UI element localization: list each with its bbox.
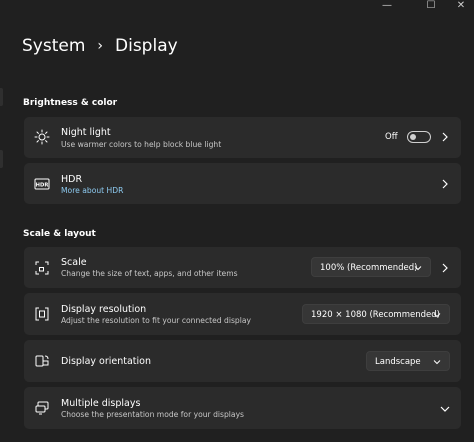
breadcrumb-parent[interactable]: System <box>22 36 85 56</box>
sidebar-edge-marker <box>0 88 3 106</box>
resolution-icon <box>35 307 49 321</box>
multiple-displays-icon <box>35 401 49 415</box>
display-resolution-title: Display resolution <box>61 304 147 315</box>
minimize-icon: — <box>382 0 392 11</box>
chevron-right-icon <box>442 179 448 189</box>
display-orientation-title: Display orientation <box>61 356 152 367</box>
scale-card[interactable]: Scale Change the size of text, apps, and… <box>24 247 461 288</box>
orientation-icon <box>35 355 49 367</box>
chevron-down-icon <box>433 360 441 365</box>
scale-value: 100% (Recommended) <box>320 263 418 273</box>
more-about-hdr-link[interactable]: More about HDR <box>61 186 123 195</box>
close-button[interactable]: ✕ <box>446 0 474 14</box>
night-light-toggle[interactable] <box>407 131 431 143</box>
scale-dropdown[interactable]: 100% (Recommended) <box>311 257 431 277</box>
chevron-down-icon <box>433 313 441 318</box>
multiple-displays-title: Multiple displays <box>61 398 141 409</box>
maximize-button[interactable]: ☐ <box>416 0 446 14</box>
night-light-subtitle: Use warmer colors to help block blue lig… <box>61 140 222 149</box>
display-resolution-value: 1920 × 1080 (Recommended) <box>311 310 440 320</box>
chevron-right-icon <box>442 263 448 273</box>
chevron-down-icon[interactable] <box>440 404 450 414</box>
multiple-displays-subtitle: Choose the presentation mode for your di… <box>61 410 245 419</box>
close-icon: ✕ <box>456 0 466 11</box>
display-orientation-dropdown[interactable]: Landscape <box>366 351 450 371</box>
breadcrumb: System › Display <box>22 32 178 60</box>
page-title: Display <box>115 36 178 56</box>
section-title-scale-layout: Scale & layout <box>23 229 96 239</box>
scale-icon <box>35 261 49 275</box>
maximize-icon: ☐ <box>426 0 436 11</box>
multiple-displays-card[interactable]: Multiple displays Choose the presentatio… <box>24 387 461 429</box>
display-resolution-subtitle: Adjust the resolution to fit your connec… <box>61 316 251 325</box>
display-orientation-value: Landscape <box>375 357 421 367</box>
display-orientation-card[interactable]: Display orientation Landscape <box>24 340 461 382</box>
night-light-card[interactable]: Night light Use warmer colors to help bl… <box>24 117 461 158</box>
night-light-title: Night light <box>61 127 111 138</box>
scale-title: Scale <box>61 257 87 268</box>
sun-icon <box>34 129 50 145</box>
section-title-brightness-color: Brightness & color <box>23 98 118 108</box>
minimize-button[interactable]: — <box>372 0 402 14</box>
sidebar-edge-marker <box>0 150 3 168</box>
title-bar: — ☐ ✕ <box>0 0 474 14</box>
hdr-icon: HDR <box>34 178 50 190</box>
hdr-card[interactable]: HDR HDR More about HDR <box>24 163 461 204</box>
breadcrumb-separator-icon: › <box>97 38 104 54</box>
display-resolution-card[interactable]: Display resolution Adjust the resolution… <box>24 293 461 335</box>
scale-subtitle: Change the size of text, apps, and other… <box>61 269 238 278</box>
night-light-state-label: Off <box>385 132 398 142</box>
display-resolution-dropdown[interactable]: 1920 × 1080 (Recommended) <box>302 304 450 324</box>
chevron-right-icon <box>442 132 448 142</box>
chevron-down-icon <box>414 266 422 271</box>
hdr-title: HDR <box>61 174 83 185</box>
svg-text:HDR: HDR <box>36 183 49 189</box>
toggle-knob <box>410 134 416 140</box>
